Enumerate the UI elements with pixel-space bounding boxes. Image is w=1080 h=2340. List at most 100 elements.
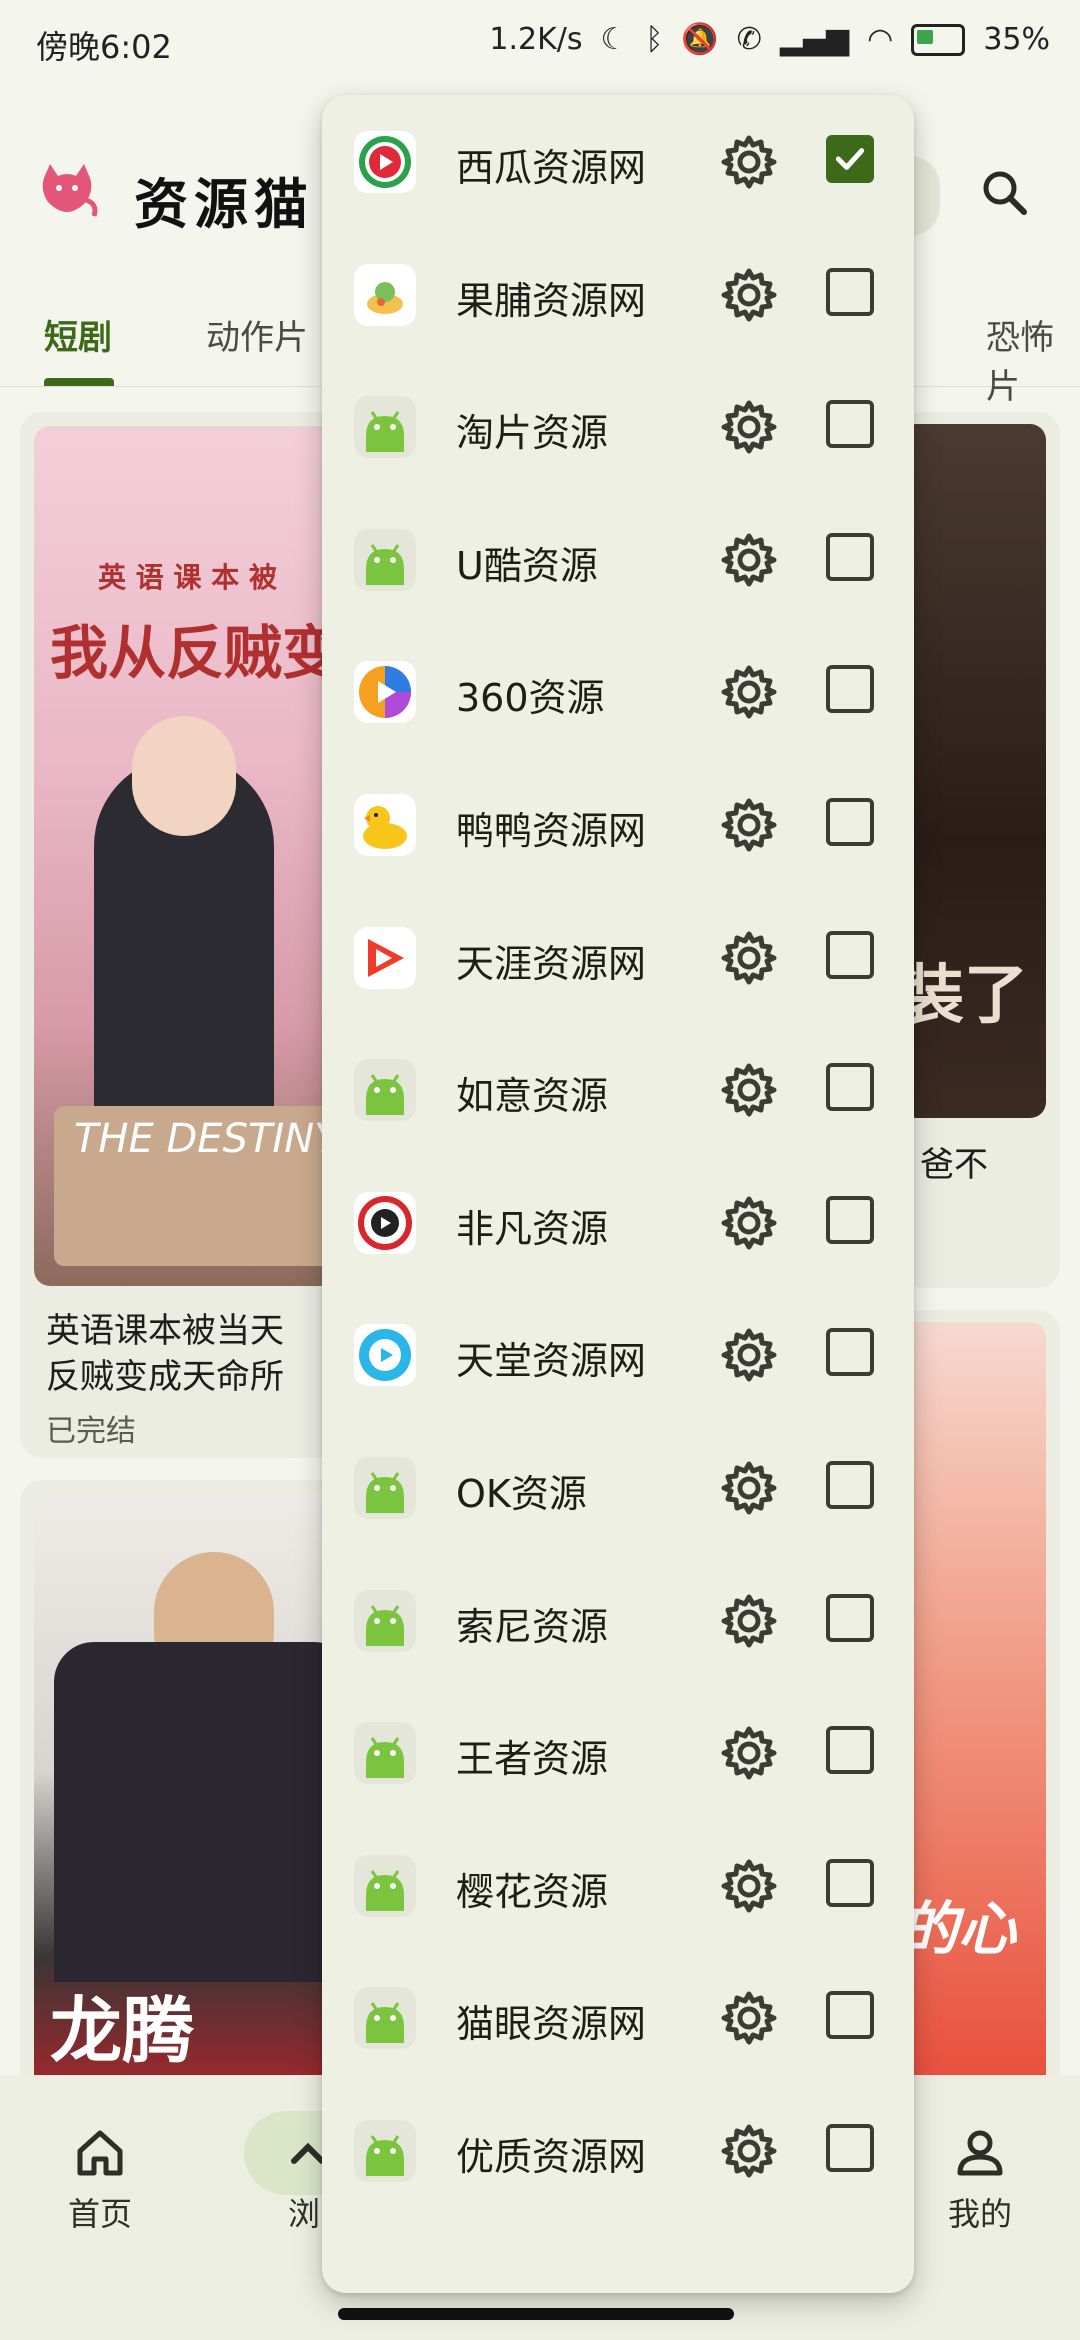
gear-icon[interactable] — [720, 1724, 778, 1782]
android-icon — [354, 2120, 416, 2182]
gear-icon[interactable] — [720, 531, 778, 589]
gear-icon[interactable] — [720, 398, 778, 456]
source-item[interactable]: 果脯资源网 — [322, 228, 914, 360]
poster-face — [132, 716, 236, 836]
source-item[interactable]: 天堂资源网 — [322, 1288, 914, 1420]
source-checkbox[interactable] — [826, 400, 874, 448]
status-bar: 傍晚6:02 1.2K/s ☾ ᛒ 🔕 ✆ ▂▄▆ ◠ 35% — [0, 0, 1080, 90]
source-item[interactable]: 非凡资源 — [322, 1156, 914, 1288]
poster-main-text: 装了 — [900, 959, 1028, 1033]
source-item[interactable]: U酷资源 — [322, 493, 914, 625]
android-icon — [354, 396, 416, 458]
source-checkbox[interactable] — [826, 1328, 874, 1376]
source-item[interactable]: 鸭鸭资源网 — [322, 758, 914, 890]
source-item[interactable]: 优质资源网 — [322, 2084, 914, 2216]
gear-icon[interactable] — [720, 133, 778, 191]
drama-card[interactable]: 英 语 课 本 被 我从反贼变成 THE DESTINY 英语课本被当天 反贼变… — [20, 412, 350, 1458]
tab-indicator — [44, 378, 114, 386]
battery-percent: 35% — [983, 22, 1050, 57]
source-name: 天涯资源网 — [456, 942, 647, 986]
source-item[interactable]: 王者资源 — [322, 1686, 914, 1818]
source-name: 王者资源 — [456, 1737, 609, 1781]
source-item-partial[interactable] — [322, 2261, 914, 2293]
feifan-icon — [354, 1192, 416, 1254]
source-item[interactable]: OK资源 — [322, 1421, 914, 1553]
drama-poster: 装了 — [900, 424, 1046, 1118]
source-item[interactable]: 如意资源 — [322, 1023, 914, 1155]
source-checkbox[interactable] — [826, 533, 874, 581]
source-name: 非凡资源 — [456, 1207, 609, 1251]
gear-icon[interactable] — [720, 1459, 778, 1517]
source-checkbox[interactable] — [826, 931, 874, 979]
drama-card[interactable]: 龙腾 — [20, 1480, 350, 2100]
source-checkbox[interactable] — [826, 665, 874, 713]
gear-icon[interactable] — [720, 1989, 778, 2047]
gear-icon[interactable] — [720, 1061, 778, 1119]
search-icon[interactable] — [970, 158, 1040, 228]
source-item[interactable]: 天涯资源网 — [322, 891, 914, 1023]
source-item[interactable]: 淘片资源 — [322, 360, 914, 492]
gesture-home-bar[interactable] — [338, 2308, 734, 2320]
source-name: 果脯资源网 — [456, 279, 647, 323]
poster-top-text: 英 语 课 本 被 — [98, 561, 277, 594]
source-checkbox[interactable] — [826, 268, 874, 316]
drama-card[interactable]: 装了 爸不 — [900, 412, 1060, 1288]
source-checkbox[interactable] — [826, 1594, 874, 1642]
source-checkbox[interactable] — [826, 798, 874, 846]
source-name: 索尼资源 — [456, 1605, 609, 1649]
tab-short-drama[interactable]: 短剧 — [44, 310, 112, 359]
source-checkbox[interactable] — [826, 1859, 874, 1907]
source-item[interactable]: 索尼资源 — [322, 1554, 914, 1686]
source-item[interactable]: 360资源 — [322, 625, 914, 757]
gear-icon[interactable] — [720, 1592, 778, 1650]
android-icon — [354, 1987, 416, 2049]
poster-script-text: THE DESTINY — [74, 1116, 339, 1162]
status-time: 傍晚6:02 — [36, 28, 172, 66]
source-name: 西瓜资源网 — [456, 146, 647, 190]
gear-icon[interactable] — [720, 796, 778, 854]
android-icon — [354, 1457, 416, 1519]
source-name: OK资源 — [456, 1472, 587, 1516]
source-item[interactable]: 西瓜资源网 — [322, 95, 914, 227]
nav-mine[interactable]: 我的 — [920, 2125, 1040, 2235]
source-name: 天堂资源网 — [456, 1339, 647, 1383]
nav-home[interactable]: 首页 — [40, 2125, 160, 2235]
source-dropdown-menu: 西瓜资源网果脯资源网淘片资源 U酷资源 360资源 鸭鸭资源网天涯资源网如意资源非凡资… — [322, 95, 914, 2293]
gear-icon[interactable] — [720, 266, 778, 324]
moon-icon: ☾ — [600, 21, 628, 57]
android-icon — [354, 1855, 416, 1917]
cat-logo-icon — [42, 164, 98, 217]
gear-icon[interactable] — [720, 1326, 778, 1384]
check-icon — [835, 148, 865, 170]
tab-horror[interactable]: 恐怖片 — [986, 310, 1080, 408]
source-checkbox[interactable] — [826, 1991, 874, 2039]
drama-poster: 英 语 课 本 被 我从反贼变成 THE DESTINY — [34, 426, 350, 1286]
source-checkbox[interactable] — [826, 1063, 874, 1111]
drama-card[interactable]: 的心 — [900, 1310, 1060, 2100]
source-checkbox[interactable] — [826, 135, 874, 183]
source-checkbox[interactable] — [826, 2124, 874, 2172]
android-icon — [354, 1059, 416, 1121]
source-checkbox[interactable] — [826, 1461, 874, 1509]
source-checkbox[interactable] — [826, 1196, 874, 1244]
gear-icon[interactable] — [720, 2122, 778, 2180]
person-icon — [957, 2130, 1003, 2176]
gear-icon[interactable] — [720, 1857, 778, 1915]
source-name: 淘片资源 — [456, 411, 609, 455]
tab-action[interactable]: 动作片 — [206, 310, 308, 359]
android-icon — [354, 529, 416, 591]
source-item[interactable]: 猫眼资源网 — [322, 1951, 914, 2083]
gear-icon[interactable] — [720, 929, 778, 987]
android-icon — [354, 1590, 416, 1652]
drama-poster: 龙腾 — [34, 1492, 350, 2100]
tianya-icon — [354, 927, 416, 989]
source-item[interactable]: 樱花资源 — [322, 1819, 914, 1951]
nav-home-label: 首页 — [67, 2195, 132, 2233]
gear-icon[interactable] — [720, 1194, 778, 1252]
tiantang-icon — [354, 1324, 416, 1386]
source-checkbox[interactable] — [826, 1726, 874, 1774]
card-status: 已完结 — [46, 1414, 136, 1449]
source-name: 猫眼资源网 — [456, 2002, 647, 2046]
gear-icon[interactable] — [720, 663, 778, 721]
home-icon — [77, 2130, 123, 2176]
